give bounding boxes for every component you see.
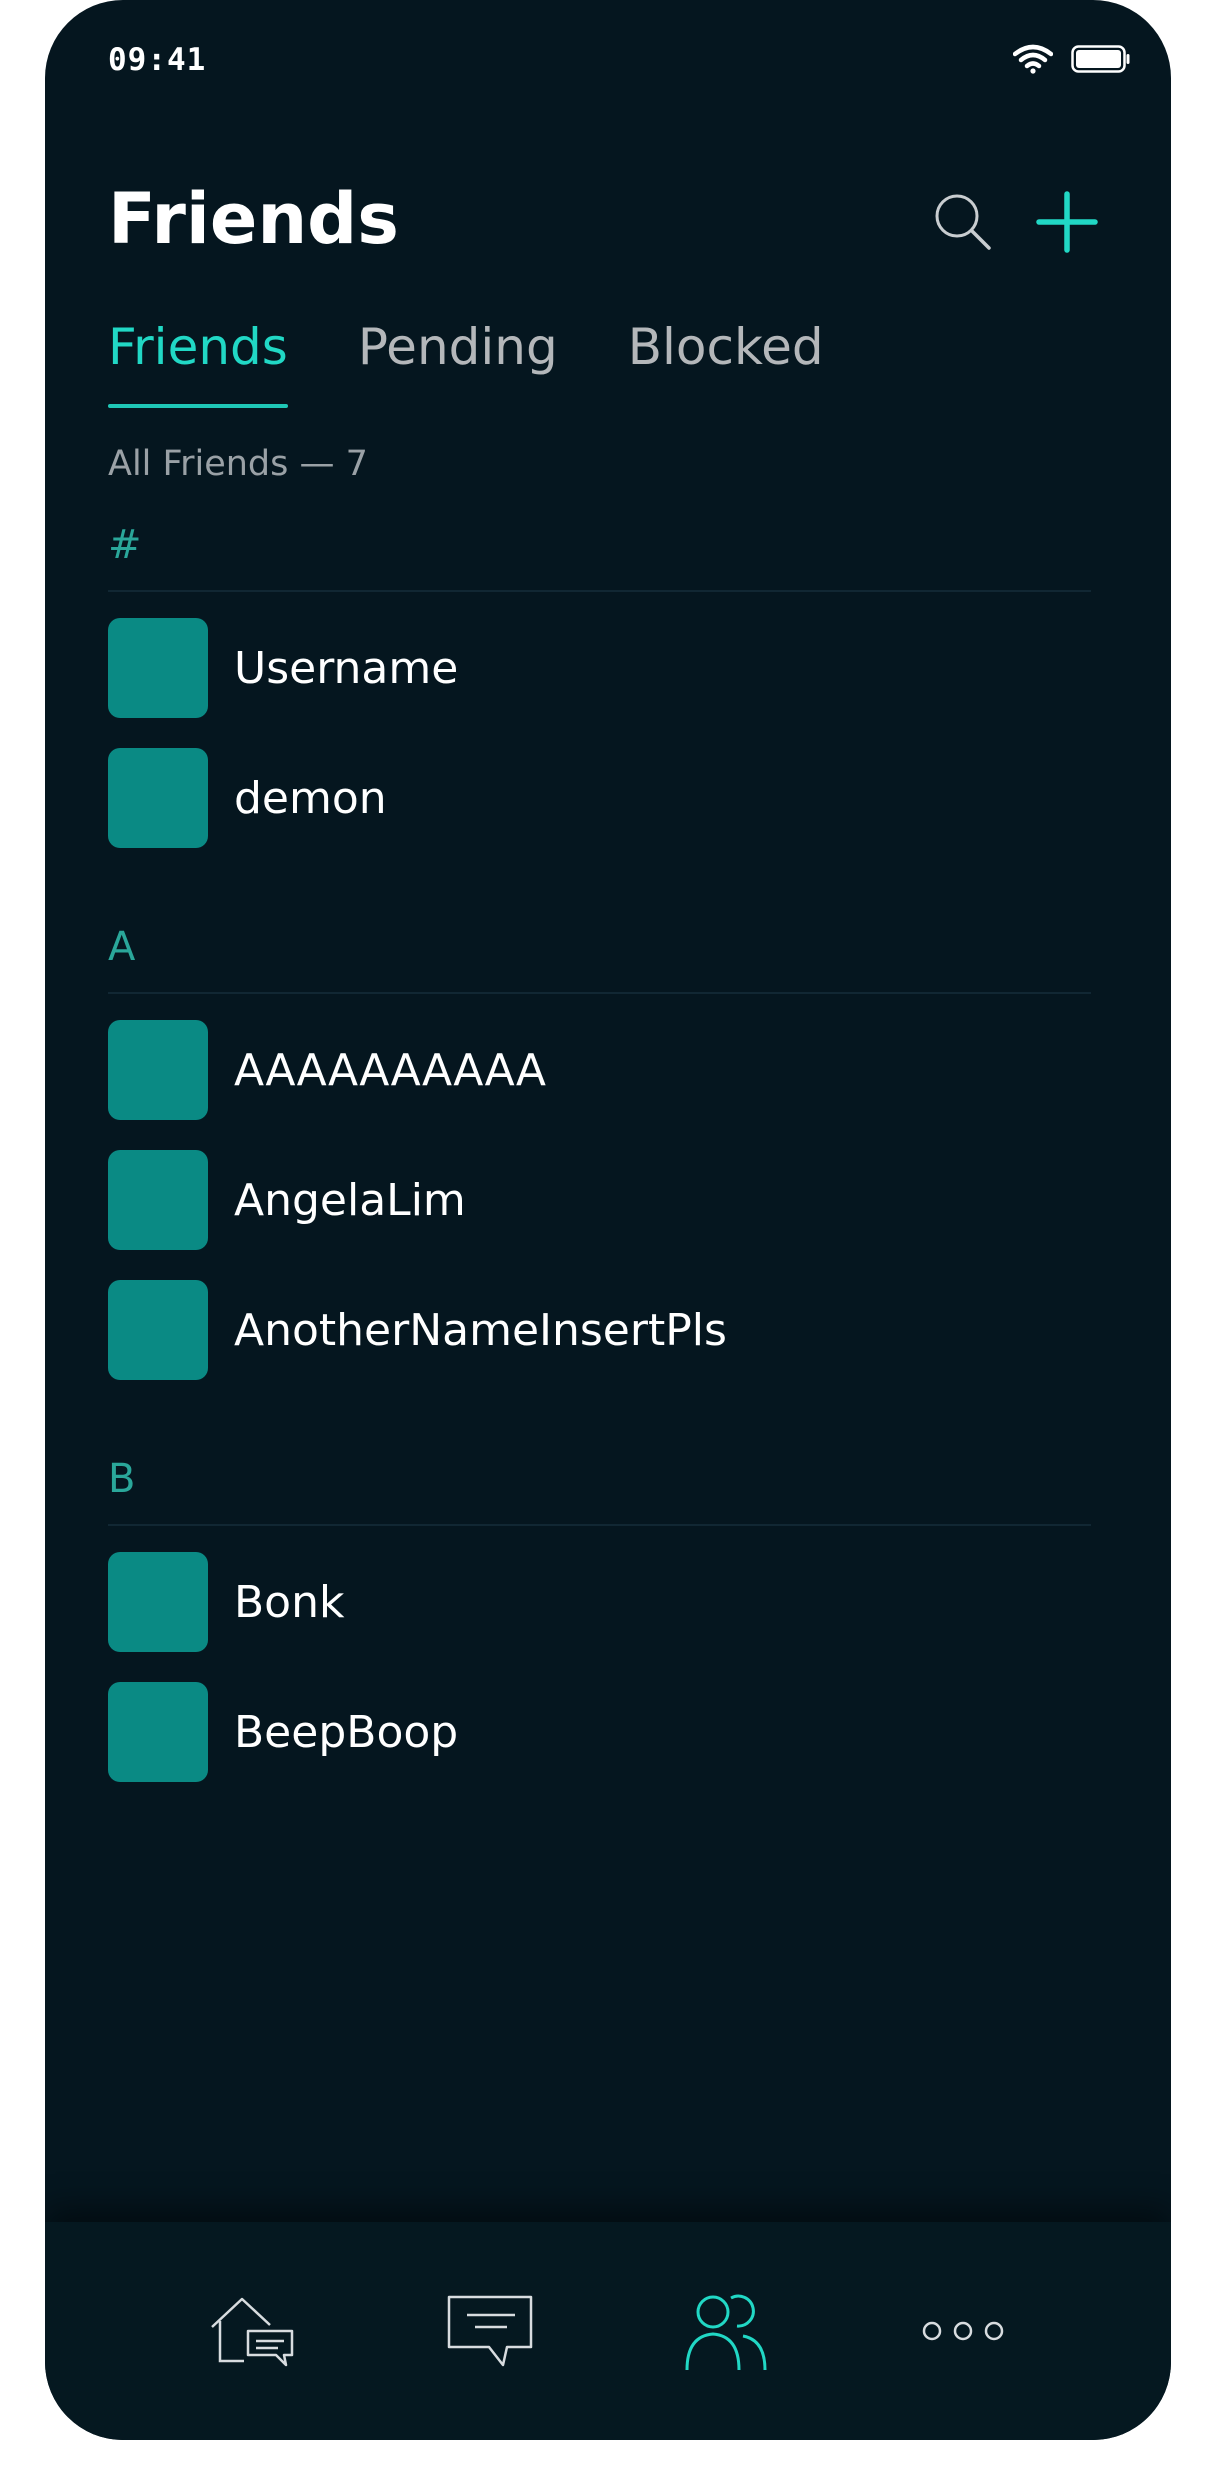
friend-name: Bonk <box>234 1576 345 1628</box>
wifi-icon <box>1013 44 1053 74</box>
friend-group-b: B Bonk BeepBoop <box>108 1454 1091 1812</box>
avatar <box>108 1552 208 1652</box>
avatar <box>108 1682 208 1782</box>
friend-list: # Username demon A AAAAAAAAAA AngelaLim <box>108 520 1091 1856</box>
status-icons <box>1013 44 1131 74</box>
friend-row[interactable]: BeepBoop <box>108 1682 1091 1812</box>
page-title: Friends <box>108 178 399 260</box>
search-icon <box>935 194 991 250</box>
tab-pending[interactable]: Pending <box>358 318 558 408</box>
plus-icon <box>1036 191 1098 253</box>
phone-screen: 09:41 Friends Friends Pending Blocked Al… <box>45 0 1171 2440</box>
search-button[interactable] <box>931 190 995 254</box>
friend-row[interactable]: AnotherNameInsertPls <box>108 1280 1091 1410</box>
friend-name: demon <box>234 772 387 824</box>
battery-icon <box>1071 45 1130 73</box>
friend-name: AnotherNameInsertPls <box>234 1304 727 1356</box>
tab-friends[interactable]: Friends <box>108 318 288 408</box>
friend-name: BeepBoop <box>234 1706 459 1758</box>
group-header: B <box>108 1454 1091 1526</box>
friend-name: Username <box>234 642 459 694</box>
friend-name: AngelaLim <box>234 1174 466 1226</box>
home-chat-icon <box>211 2297 294 2367</box>
avatar <box>108 618 208 718</box>
friend-name: AAAAAAAAAA <box>234 1044 547 1096</box>
avatar <box>108 1020 208 1120</box>
more-icon <box>922 2321 1003 2341</box>
friend-count-label: All Friends — 7 <box>108 444 368 484</box>
avatar <box>108 1150 208 1250</box>
nav-friends-button[interactable] <box>676 2281 776 2381</box>
friend-row[interactable]: AAAAAAAAAA <box>108 1020 1091 1150</box>
avatar <box>108 748 208 848</box>
nav-messages-button[interactable] <box>440 2281 540 2381</box>
bottom-navigation <box>45 2222 1171 2440</box>
status-time: 09:41 <box>108 42 207 78</box>
group-header: A <box>108 922 1091 994</box>
friend-row[interactable]: AngelaLim <box>108 1150 1091 1280</box>
tab-bar: Friends Pending Blocked <box>108 318 824 408</box>
avatar <box>108 1280 208 1380</box>
nav-home-button[interactable] <box>203 2281 303 2381</box>
friends-icon <box>685 2294 767 2371</box>
friend-row[interactable]: Bonk <box>108 1552 1091 1682</box>
tab-blocked[interactable]: Blocked <box>628 318 824 408</box>
group-header: # <box>108 520 1091 592</box>
friend-group-hash: # Username demon <box>108 520 1091 878</box>
friend-group-a: A AAAAAAAAAA AngelaLim AnotherNameInsert… <box>108 922 1091 1410</box>
messages-icon <box>447 2295 532 2367</box>
add-friend-button[interactable] <box>1035 190 1099 254</box>
friend-row[interactable]: demon <box>108 748 1091 878</box>
status-bar: 09:41 <box>108 36 1131 84</box>
friend-row[interactable]: Username <box>108 618 1091 748</box>
nav-more-button[interactable] <box>913 2281 1013 2381</box>
page-header: Friends <box>108 168 1099 278</box>
